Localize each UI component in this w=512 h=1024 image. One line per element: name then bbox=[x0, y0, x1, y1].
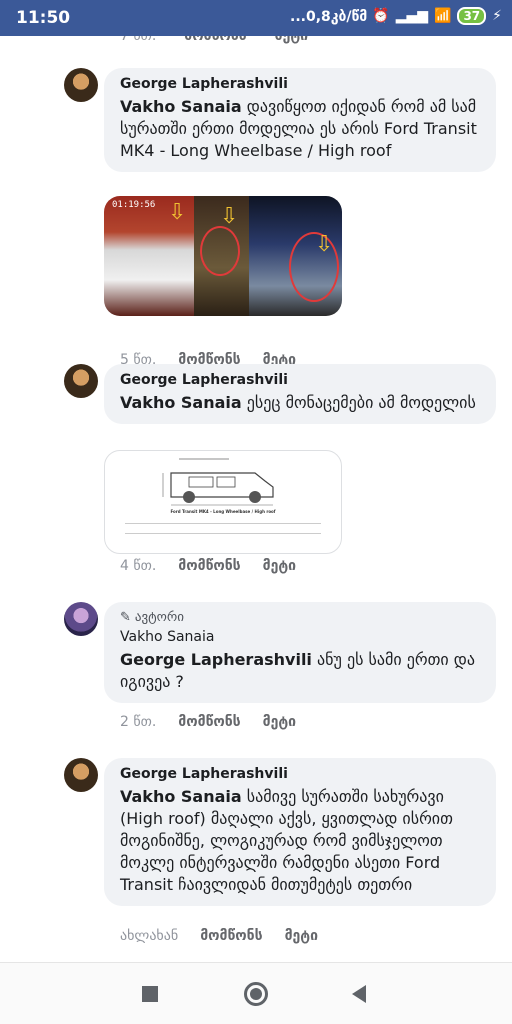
comment-bubble[interactable]: ✎ ავტორი Vakho Sanaia George Lapherashvil… bbox=[104, 602, 496, 703]
like-button[interactable]: მომწონს bbox=[200, 928, 262, 944]
status-time: 11:50 bbox=[16, 8, 71, 28]
comment-author[interactable]: George Lapherashvili bbox=[120, 766, 482, 782]
comment-text: George Lapherashvili ანუ ეს სამი ერთი და… bbox=[120, 649, 482, 693]
comment-time: 7 წთ. bbox=[120, 36, 157, 44]
comment-author[interactable]: George Lapherashvili bbox=[120, 372, 482, 388]
comment-bubble[interactable]: George Lapherashvili Vakho Sanaia ესეც მ… bbox=[104, 364, 496, 424]
status-icons: ⏰ ▂▄▆ 📶 37 ⚡ bbox=[372, 7, 502, 25]
photo-panel: ⇩ bbox=[194, 196, 249, 316]
recent-apps-icon[interactable] bbox=[142, 986, 158, 1002]
comments-thread[interactable]: 7 წთ. მომწონს მეტი George Lapherashvili … bbox=[0, 36, 512, 962]
android-nav-bar bbox=[0, 962, 512, 1024]
arrow-icon: ⇩ bbox=[315, 232, 334, 257]
like-button[interactable]: მომწონს bbox=[184, 36, 246, 44]
comment-diagram[interactable]: Ford Transit MK4 - Long Wheelbase / High… bbox=[104, 450, 342, 554]
divider bbox=[125, 533, 321, 534]
charging-icon: ⚡ bbox=[492, 8, 502, 24]
avatar[interactable] bbox=[64, 68, 98, 102]
avatar[interactable] bbox=[64, 602, 98, 636]
divider bbox=[125, 523, 321, 524]
photo-panel: 01:19:56 ⇩ bbox=[104, 196, 194, 316]
mention[interactable]: Vakho Sanaia bbox=[120, 393, 242, 412]
comment-time: 2 წთ. bbox=[120, 714, 157, 730]
comment-actions: 4 წთ. მომწონს მეტი bbox=[120, 558, 296, 574]
like-button[interactable]: მომწონს bbox=[178, 558, 240, 574]
comment-body: ესეც მონაცემები ამ მოდელის bbox=[241, 393, 476, 412]
comment-text: Vakho Sanaia დავიწყოთ იქიდან რომ ამ სამ … bbox=[120, 96, 482, 162]
network-speed: ...0,8კბ/წმ bbox=[290, 9, 368, 25]
home-icon[interactable] bbox=[244, 982, 268, 1006]
battery-icon: 37 bbox=[457, 7, 487, 25]
comment-actions: ახლახან მომწონს მეტი bbox=[120, 928, 318, 944]
mention[interactable]: George Lapherashvili bbox=[120, 650, 312, 669]
mention[interactable]: Vakho Sanaia bbox=[120, 787, 242, 806]
signal-icon: ▂▄▆ bbox=[395, 8, 429, 24]
comment-author[interactable]: Vakho Sanaia bbox=[120, 629, 482, 645]
comment-author[interactable]: George Lapherashvili bbox=[120, 76, 482, 92]
van-diagram bbox=[162, 458, 274, 506]
photo-timestamp: 01:19:56 bbox=[112, 200, 156, 210]
arrow-icon: ⇩ bbox=[168, 200, 187, 225]
comment-time: 4 წთ. bbox=[120, 558, 157, 574]
diagram-title: Ford Transit MK4 - Long Wheelbase / High… bbox=[170, 509, 276, 514]
back-icon[interactable] bbox=[352, 985, 366, 1003]
comment-photo[interactable]: 01:19:56 ⇩ ⇩ ⇩ bbox=[104, 196, 342, 316]
photo-panel: ⇩ bbox=[249, 196, 342, 316]
more-button[interactable]: მეტი bbox=[263, 558, 296, 574]
comment-bubble[interactable]: George Lapherashvili Vakho Sanaia სამივე… bbox=[104, 758, 496, 906]
badge-label: ავტორი bbox=[134, 610, 184, 625]
author-badge: ✎ ავტორი bbox=[120, 610, 482, 625]
more-button[interactable]: მეტი bbox=[275, 36, 308, 44]
arrow-icon: ⇩ bbox=[220, 204, 239, 229]
mention[interactable]: Vakho Sanaia bbox=[120, 97, 242, 116]
avatar[interactable] bbox=[64, 758, 98, 792]
comment-text: Vakho Sanaia სამივე სურათში სახურავი (Hi… bbox=[120, 786, 482, 896]
avatar[interactable] bbox=[64, 364, 98, 398]
previous-comment-actions: 7 წთ. მომწონს მეტი bbox=[120, 36, 308, 44]
like-button[interactable]: მომწონს bbox=[178, 714, 240, 730]
comment-text: Vakho Sanaia ესეც მონაცემები ამ მოდელის bbox=[120, 392, 482, 414]
pencil-icon: ✎ bbox=[120, 610, 131, 625]
comment-time: ახლახან bbox=[120, 928, 179, 944]
more-button[interactable]: მეტი bbox=[285, 928, 318, 944]
comment-bubble[interactable]: George Lapherashvili Vakho Sanaia დავიწყ… bbox=[104, 68, 496, 172]
status-bar: 11:50 ...0,8კბ/წმ ⏰ ▂▄▆ 📶 37 ⚡ bbox=[0, 0, 512, 36]
more-button[interactable]: მეტი bbox=[263, 714, 296, 730]
alarm-icon: ⏰ bbox=[372, 8, 390, 24]
wifi-icon: 📶 bbox=[434, 8, 452, 24]
highlight-circle bbox=[200, 226, 240, 276]
comment-actions: 2 წთ. მომწონს მეტი bbox=[120, 714, 296, 730]
